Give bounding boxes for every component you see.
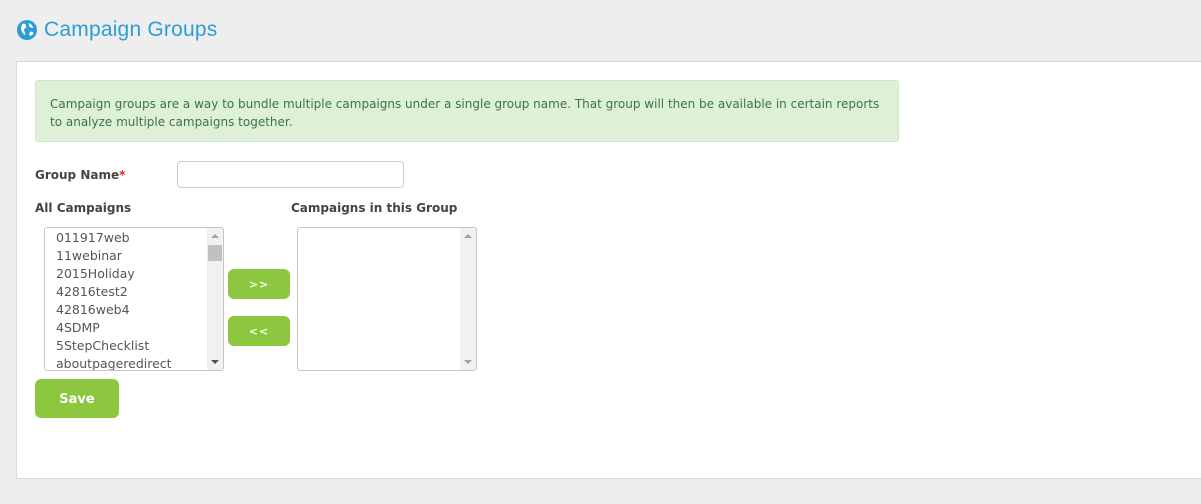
campaign-option[interactable]: aboutpageredirect (45, 355, 207, 370)
scroll-thumb[interactable] (208, 245, 222, 261)
campaign-option[interactable]: 42816test2 (45, 283, 207, 301)
remove-from-group-button[interactable]: << (228, 316, 290, 346)
campaign-option[interactable]: 11webinar (45, 247, 207, 265)
info-alert: Campaign groups are a way to bundle mult… (35, 80, 899, 142)
all-campaigns-scrollbar[interactable] (207, 228, 223, 370)
all-campaigns-label: All Campaigns (35, 201, 132, 215)
globe-icon (16, 19, 38, 41)
campaign-option[interactable]: 42816web4 (45, 301, 207, 319)
scroll-up-arrow-icon[interactable] (464, 234, 472, 238)
group-campaigns-label: Campaigns in this Group (291, 201, 458, 215)
campaign-option[interactable]: 011917web (45, 229, 207, 247)
all-campaigns-options: 011917web 11webinar 2015Holiday 42816tes… (45, 228, 207, 370)
all-campaigns-listbox[interactable]: 011917web 11webinar 2015Holiday 42816tes… (44, 227, 224, 371)
campaign-option[interactable]: 4SDMP (45, 319, 207, 337)
group-campaigns-scrollbar[interactable] (460, 228, 476, 370)
campaign-option[interactable]: 2015Holiday (45, 265, 207, 283)
page-header: Campaign Groups (16, 18, 217, 42)
group-name-label: Group Name* (35, 168, 125, 182)
scroll-down-arrow-icon[interactable] (464, 360, 472, 364)
group-campaigns-listbox[interactable] (297, 227, 477, 371)
add-to-group-button[interactable]: >> (228, 269, 290, 299)
scroll-up-arrow-icon[interactable] (211, 234, 219, 238)
group-name-label-text: Group Name (35, 168, 120, 182)
campaign-option[interactable]: 5StepChecklist (45, 337, 207, 355)
required-marker: * (119, 168, 126, 182)
content-panel: Campaign groups are a way to bundle mult… (16, 61, 1201, 479)
scroll-down-arrow-icon[interactable] (211, 360, 219, 364)
group-name-input[interactable] (177, 161, 404, 188)
page-title: Campaign Groups (44, 18, 218, 41)
save-button[interactable]: Save (35, 379, 119, 418)
